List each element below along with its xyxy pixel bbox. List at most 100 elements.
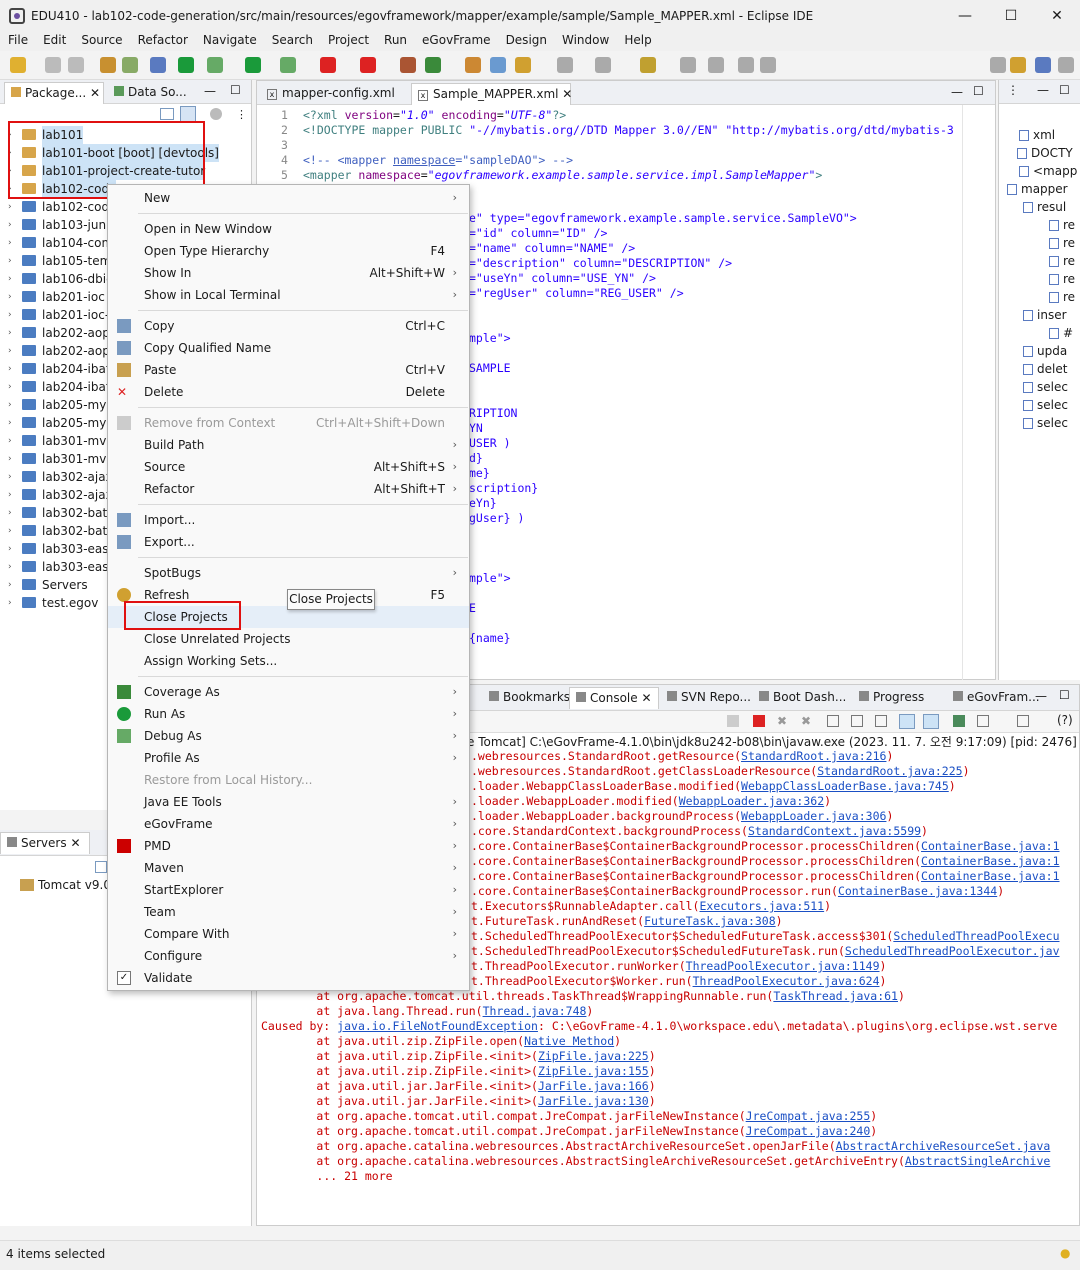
close-icon[interactable]: ✕ xyxy=(562,87,572,101)
menu-item-validate[interactable]: ✓ Validate xyxy=(108,967,469,989)
stacktrace-link[interactable]: StandardRoot.java:216 xyxy=(741,749,886,763)
show-console-error-icon[interactable] xyxy=(923,714,939,729)
menu-item-refactor[interactable]: Refactor Alt+Shift+T › xyxy=(108,478,469,500)
outline-item[interactable]: selec xyxy=(1023,380,1068,394)
chevron-right-icon[interactable]: › xyxy=(8,486,12,504)
outline-item[interactable]: resul xyxy=(1023,200,1066,214)
code-line[interactable]: ="id" column="ID" /> xyxy=(469,226,607,241)
chevron-right-icon[interactable]: › xyxy=(8,468,12,486)
menu-item-pmd[interactable]: PMD › xyxy=(108,835,469,857)
menu-item-import[interactable]: Import... xyxy=(108,509,469,531)
outline-item[interactable]: <mapp xyxy=(1019,164,1077,178)
menu-edit[interactable]: Edit xyxy=(35,31,73,51)
toolbar-button-icon[interactable] xyxy=(680,57,696,73)
menu-window[interactable]: Window xyxy=(554,31,616,51)
menu-item-profile-as[interactable]: Profile As › xyxy=(108,747,469,769)
menu-help[interactable]: Help xyxy=(616,31,658,51)
toolbar-button-icon[interactable] xyxy=(708,57,724,73)
outline-item[interactable]: selec xyxy=(1023,398,1068,412)
menu-egovframe[interactable]: eGovFrame xyxy=(414,31,498,51)
toolbar-button-icon[interactable] xyxy=(557,57,573,73)
minimize-button[interactable]: — xyxy=(942,8,988,24)
toolbar-button-icon[interactable] xyxy=(320,57,336,73)
code-line[interactable]: ="name" column="NAME" /> xyxy=(469,241,635,256)
toolbar-button-icon[interactable] xyxy=(68,57,84,73)
menu-item-show-in-local-terminal[interactable]: Show in Local Terminal › xyxy=(108,284,469,306)
open-console-icon[interactable] xyxy=(1017,715,1029,727)
chevron-right-icon[interactable]: › xyxy=(8,270,12,288)
stacktrace-link[interactable]: ZipFile.java:155 xyxy=(538,1064,649,1078)
toolbar-button-icon[interactable] xyxy=(595,57,611,73)
outline-item[interactable]: selec xyxy=(1023,416,1068,430)
menu-navigate[interactable]: Navigate xyxy=(195,31,264,51)
minimize-view-icon[interactable]: — xyxy=(1035,689,1047,703)
tab-boot-dash-[interactable]: Boot Dash... xyxy=(753,687,852,709)
chevron-right-icon[interactable]: › xyxy=(8,576,12,594)
chevron-right-icon[interactable]: › xyxy=(8,252,12,270)
chevron-right-icon[interactable]: › xyxy=(8,450,12,468)
menu-item-new[interactable]: New › xyxy=(108,187,469,209)
menu-item-copy-qualified-name[interactable]: Copy Qualified Name xyxy=(108,337,469,359)
stacktrace-link[interactable]: ContainerBase.java:1 xyxy=(921,839,1059,853)
menu-item-compare-with[interactable]: Compare With › xyxy=(108,923,469,945)
stacktrace-link[interactable]: WebappLoader.java:362 xyxy=(679,794,824,808)
chevron-right-icon[interactable]: › xyxy=(8,396,12,414)
menu-item-coverage-as[interactable]: Coverage As › xyxy=(108,681,469,703)
outline-item[interactable]: re xyxy=(1049,254,1075,268)
terminate-icon[interactable] xyxy=(753,715,765,727)
code-line[interactable]: ="regUser" column="REG_USER" /> xyxy=(469,286,684,301)
stacktrace-link[interactable]: AbstractSingleArchive xyxy=(905,1154,1050,1168)
code-line[interactable]: scription} xyxy=(469,481,538,496)
menu-refactor[interactable]: Refactor xyxy=(130,31,195,51)
toolbar-button-icon[interactable] xyxy=(465,57,481,73)
outline-item[interactable]: delet xyxy=(1023,362,1067,376)
stacktrace-link[interactable]: WebappLoader.java:306 xyxy=(741,809,886,823)
chevron-right-icon[interactable]: › xyxy=(8,558,12,576)
tab-data-source[interactable]: Data So... xyxy=(108,82,193,104)
code-line[interactable]: YN xyxy=(469,421,483,436)
stacktrace-link[interactable]: Native Method xyxy=(524,1034,614,1048)
chevron-right-icon[interactable]: › xyxy=(8,288,12,306)
stacktrace-link[interactable]: JarFile.java:166 xyxy=(538,1079,649,1093)
code-line[interactable]: mple"> xyxy=(469,331,511,346)
stacktrace-link[interactable]: Executors.java:511 xyxy=(699,899,824,913)
stacktrace-link[interactable]: StandardContext.java:5599 xyxy=(748,824,921,838)
stacktrace-link[interactable]: ThreadPoolExecutor.java:624 xyxy=(693,974,880,988)
stacktrace-link[interactable]: ZipFile.java:225 xyxy=(538,1049,649,1063)
stacktrace-link[interactable]: ThreadPoolExecutor.java:1149 xyxy=(686,959,880,973)
menu-search[interactable]: Search xyxy=(264,31,320,51)
chevron-right-icon[interactable]: › xyxy=(8,216,12,234)
code-line[interactable]: mple"> xyxy=(469,571,511,586)
code-line[interactable]: gUser} ) xyxy=(469,511,524,526)
tab-mapper-config[interactable]: x mapper-config.xml xyxy=(261,83,401,105)
toolbar-button-icon[interactable] xyxy=(738,57,754,73)
stacktrace-link[interactable]: FutureTask.java:308 xyxy=(644,914,776,928)
chevron-right-icon[interactable]: › xyxy=(8,306,12,324)
stacktrace-link[interactable]: java.io.FileNotFoundException xyxy=(337,1019,538,1033)
toolbar-button-icon[interactable] xyxy=(360,57,376,73)
toolbar-button-icon[interactable] xyxy=(45,57,61,73)
remove-all-terminated-icon[interactable]: ✖ xyxy=(801,714,811,728)
pin-console-icon[interactable] xyxy=(953,715,965,727)
tab-svn-repo-[interactable]: SVN Repo... xyxy=(661,687,757,709)
word-wrap-icon[interactable] xyxy=(875,715,887,727)
toolbar-button-icon[interactable] xyxy=(515,57,531,73)
menu-item-startexplorer[interactable]: StartExplorer › xyxy=(108,879,469,901)
menu-design[interactable]: Design xyxy=(498,31,554,51)
menu-item-spotbugs[interactable]: SpotBugs › xyxy=(108,562,469,584)
chevron-right-icon[interactable]: › xyxy=(8,540,12,558)
stacktrace-link[interactable]: JreCompat.java:240 xyxy=(746,1124,871,1138)
toolbar-button-icon[interactable] xyxy=(640,57,656,73)
maximize-view-icon[interactable]: ☐ xyxy=(230,83,241,97)
minimize-view-icon[interactable]: — xyxy=(1037,83,1049,97)
stacktrace-link[interactable]: ContainerBase.java:1344 xyxy=(838,884,997,898)
stacktrace-link[interactable]: JreCompat.java:255 xyxy=(746,1109,871,1123)
link-with-editor-icon[interactable] xyxy=(180,106,196,122)
close-button[interactable]: ✕ xyxy=(1034,8,1080,24)
menu-file[interactable]: File xyxy=(0,31,35,51)
code-line[interactable]: me} xyxy=(469,466,490,481)
menu-item-paste[interactable]: Paste Ctrl+V xyxy=(108,359,469,381)
stacktrace-link[interactable]: ContainerBase.java:1 xyxy=(921,854,1059,868)
minimize-view-icon[interactable]: — xyxy=(204,84,216,98)
menu-item-open-in-new-window[interactable]: Open in New Window xyxy=(108,218,469,240)
